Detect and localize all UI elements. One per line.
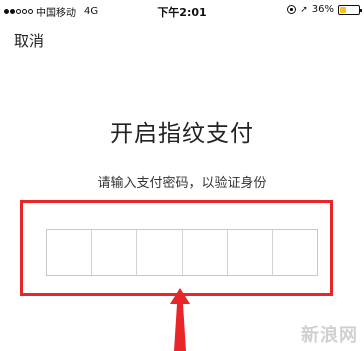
watermark: 新浪网 [301, 325, 358, 346]
orientation-lock-icon [287, 5, 297, 14]
password-digit-cell [137, 230, 183, 275]
battery-icon [338, 4, 362, 15]
page-title: 开启指纹支付 [110, 121, 254, 147]
password-digit-cell [228, 230, 273, 275]
battery-percent: 36% [311, 4, 334, 15]
annotation-arrow-icon [170, 288, 190, 351]
password-input[interactable] [46, 229, 318, 276]
cancel-button[interactable]: 取消 [14, 30, 44, 51]
password-digit-cell [92, 230, 138, 275]
status-bar: 中国移动 4G 下午2:01 ➚ 36% [0, 0, 364, 20]
password-digit-cell [273, 230, 317, 275]
battery-level [340, 6, 347, 13]
instruction-text: 请输入支付密码，以验证身份 [97, 176, 267, 191]
status-right: ➚ 36% [287, 4, 362, 15]
password-digit-cell [47, 230, 93, 275]
password-digit-cell [183, 230, 228, 275]
location-arrow-icon: ➚ [300, 4, 308, 15]
